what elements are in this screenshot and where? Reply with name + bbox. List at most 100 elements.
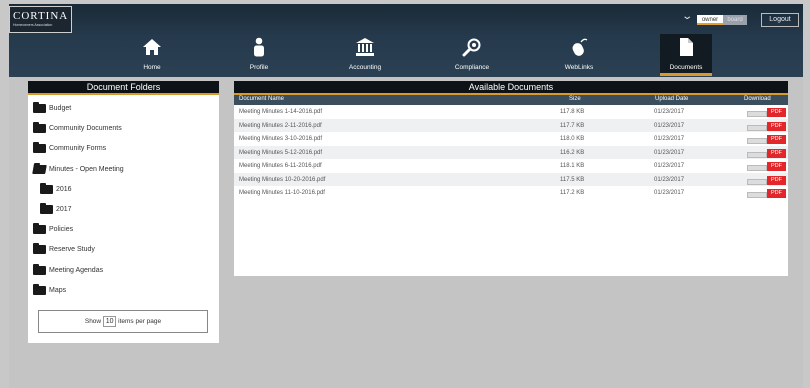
document-date: 01/23/2017 xyxy=(654,109,685,115)
folder-icon xyxy=(40,202,53,214)
document-date: 01/23/2017 xyxy=(654,149,685,156)
pdf-download-button[interactable]: PDF xyxy=(747,135,786,144)
column-header-download: Download xyxy=(744,96,771,102)
document-size: 117.7 KB xyxy=(560,122,585,129)
folder-icon xyxy=(33,242,46,254)
document-name[interactable]: Meeting Minutes 3-10-2016.pdf xyxy=(239,136,322,142)
folder-label: Policies xyxy=(49,225,74,233)
folder-2017[interactable]: 2017 xyxy=(40,202,72,215)
folder-icon xyxy=(33,222,46,234)
pdf-download-button[interactable]: PDF xyxy=(747,121,786,131)
folder-label: Budget xyxy=(49,104,72,112)
pdf-label: PDF xyxy=(767,148,786,158)
role-toggle[interactable]: owner board xyxy=(697,15,747,25)
search-icon xyxy=(446,34,498,64)
folder-meeting-agendas[interactable]: Meeting Agendas xyxy=(33,263,103,276)
pdf-label: PDF xyxy=(767,162,786,171)
table-row[interactable]: Meeting Minutes 3-10-2016.pdf 118.0 KB 0… xyxy=(234,132,788,146)
role-board-option[interactable]: board xyxy=(723,15,747,25)
table-row[interactable]: Meeting Minutes 5-12-2016.pdf 116.2 KB 0… xyxy=(234,145,788,159)
folder-label: Community Documents xyxy=(49,124,122,132)
top-bar: CORTINA Homeowners Association ⌄ owner b… xyxy=(9,4,803,77)
document-name[interactable]: Meeting Minutes 6-11-2016.pdf xyxy=(239,163,322,169)
folder-policies[interactable]: Policies xyxy=(33,222,74,235)
logo-name: CORTINA xyxy=(13,10,69,22)
column-header-size[interactable]: Size xyxy=(569,96,581,102)
page-size-input[interactable]: 10 xyxy=(103,316,117,327)
folder-label: 2016 xyxy=(56,185,72,193)
document-folders-panel: Document Folders Budget Community Docume… xyxy=(28,81,219,343)
table-row[interactable]: Meeting Minutes 1-14-2016.pdf 117.8 KB 0… xyxy=(234,105,788,119)
folder-community-documents[interactable]: Community Documents xyxy=(33,121,122,134)
document-name[interactable]: Meeting Minutes 11-10-2016.pdf xyxy=(239,190,325,196)
folder-icon xyxy=(33,121,46,133)
folder-minutes-open-meeting[interactable]: Minutes - Open Meeting xyxy=(32,163,124,175)
chevron-down-icon[interactable]: ⌄ xyxy=(681,11,693,22)
app-window: CORTINA Homeowners Association ⌄ owner b… xyxy=(9,4,803,388)
folder-reserve-study[interactable]: Reserve Study xyxy=(33,242,95,255)
available-documents-title: Available Documents xyxy=(234,81,788,95)
document-name[interactable]: Meeting Minutes 5-12-2016.pdf xyxy=(239,150,322,156)
logo-subtitle: Homeowners Association xyxy=(13,23,53,27)
folder-icon xyxy=(33,283,46,295)
mouse-icon xyxy=(553,34,605,64)
page-size-prefix: Show xyxy=(84,318,102,325)
folder-icon xyxy=(33,263,46,275)
nav-profile[interactable]: Profile xyxy=(233,34,285,76)
folder-label: 2017 xyxy=(56,205,72,213)
document-name[interactable]: Meeting Minutes 2-11-2016.pdf xyxy=(239,123,322,129)
folder-icon xyxy=(40,182,53,194)
pdf-download-button[interactable]: PDF xyxy=(747,148,786,158)
nav-compliance[interactable]: Compliance xyxy=(446,34,498,76)
available-documents-panel: Available Documents Document Name Size U… xyxy=(234,81,788,276)
column-header-name[interactable]: Document Name xyxy=(239,96,284,102)
table-row[interactable]: Meeting Minutes 10-20-2016.pdf 117.5 KB … xyxy=(234,172,788,186)
document-folders-title: Document Folders xyxy=(28,81,219,95)
folder-budget[interactable]: Budget xyxy=(33,101,72,114)
person-icon xyxy=(233,34,285,64)
folder-maps[interactable]: Maps xyxy=(33,283,67,296)
role-owner-option[interactable]: owner xyxy=(697,15,723,25)
folder-icon xyxy=(33,101,46,113)
column-header-date[interactable]: Upload Date xyxy=(655,96,688,102)
folder-label: Community Forms xyxy=(49,144,107,152)
document-name[interactable]: Meeting Minutes 1-14-2016.pdf xyxy=(239,109,322,115)
nav-weblinks[interactable]: WebLinks xyxy=(553,34,605,76)
page-size-control: Show 10 items per page xyxy=(38,310,208,333)
pdf-download-button[interactable]: PDF xyxy=(747,162,786,171)
document-icon xyxy=(660,34,712,64)
pdf-download-button[interactable]: PDF xyxy=(747,175,786,185)
pdf-label: PDF xyxy=(767,108,786,117)
document-size: 117.2 KB xyxy=(560,190,585,196)
pdf-download-button[interactable]: PDF xyxy=(747,108,786,117)
home-icon xyxy=(126,34,178,64)
nav-documents[interactable]: Documents xyxy=(660,34,712,76)
document-date: 01/23/2017 xyxy=(654,136,685,142)
table-row[interactable]: Meeting Minutes 2-11-2016.pdf 117.7 KB 0… xyxy=(234,118,788,132)
folder-label: Reserve Study xyxy=(49,245,95,253)
logout-button[interactable]: Logout xyxy=(761,13,799,27)
document-size: 116.2 KB xyxy=(560,149,585,156)
pdf-download-button[interactable]: PDF xyxy=(747,189,786,198)
table-row[interactable]: Meeting Minutes 11-10-2016.pdf 117.2 KB … xyxy=(234,186,788,200)
document-date: 01/23/2017 xyxy=(654,122,685,129)
folder-label: Maps xyxy=(49,286,67,294)
document-date: 01/23/2017 xyxy=(654,176,685,183)
page-size-suffix: items per page xyxy=(118,318,162,325)
table-row[interactable]: Meeting Minutes 6-11-2016.pdf 118.1 KB 0… xyxy=(234,159,788,173)
nav-accounting-label: Accounting xyxy=(348,64,382,71)
folder-open-icon xyxy=(32,164,47,174)
folder-icon xyxy=(33,141,46,153)
nav-weblinks-label: WebLinks xyxy=(564,64,594,71)
document-date: 01/23/2017 xyxy=(654,190,685,196)
folder-2016[interactable]: 2016 xyxy=(40,182,72,195)
document-size: 118.1 KB xyxy=(560,163,585,169)
document-size: 118.0 KB xyxy=(560,136,585,142)
folder-community-forms[interactable]: Community Forms xyxy=(33,141,107,154)
nav-home[interactable]: Home xyxy=(126,34,178,76)
pdf-label: PDF xyxy=(767,175,786,185)
logo[interactable]: CORTINA Homeowners Association xyxy=(9,6,72,33)
document-name[interactable]: Meeting Minutes 10-20-2016.pdf xyxy=(239,177,325,183)
pdf-label: PDF xyxy=(767,121,786,131)
nav-accounting[interactable]: Accounting xyxy=(339,34,391,76)
